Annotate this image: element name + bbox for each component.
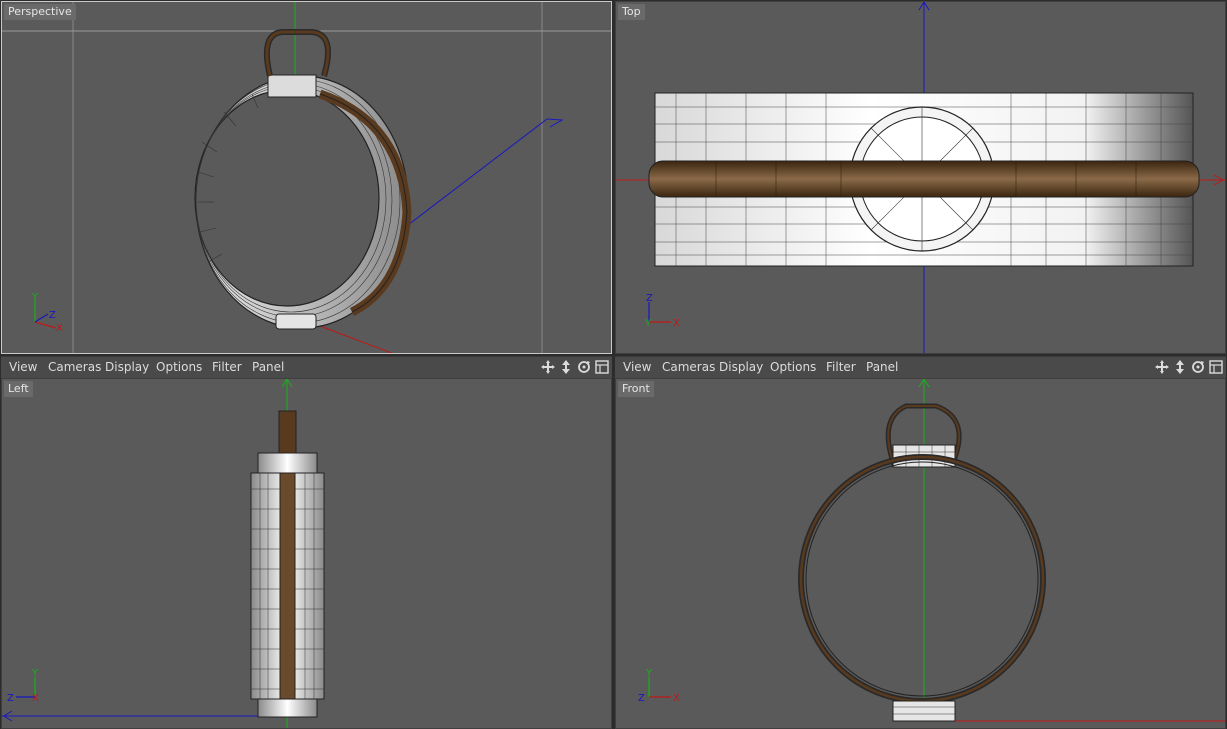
dolly-view-icon[interactable] (1172, 359, 1188, 375)
ring-cap (267, 74, 317, 98)
gizmo-y-label: Y (645, 668, 653, 679)
bottom-cap-side (257, 698, 318, 718)
maximize-view-icon[interactable] (1208, 359, 1224, 375)
world-x-axis (319, 325, 394, 353)
ring-front-strap (799, 455, 1045, 703)
menu-panel-left[interactable]: Panel (252, 360, 284, 374)
front-viewport[interactable]: Y X Z Front (615, 378, 1226, 729)
gizmo-y-label: Y (31, 292, 39, 303)
hanging-loop-inner (265, 30, 330, 77)
gizmo-y-label: Y (31, 668, 39, 679)
strap-side (279, 472, 296, 700)
front-scene: Y X Z (638, 379, 1225, 722)
viewport-menubar-right: View Cameras Display Options Filter Pane… (615, 356, 1226, 378)
maximize-view-icon[interactable] (594, 359, 610, 375)
gizmo-z-label: Z (646, 293, 653, 304)
loop-side (278, 410, 297, 454)
cap-side (257, 452, 318, 474)
viewport-label-front[interactable]: Front (618, 381, 654, 397)
dolly-view-icon[interactable] (558, 359, 574, 375)
menu-options-left[interactable]: Options (156, 360, 202, 374)
gizmo-y-label: Y (644, 318, 652, 329)
move-view-icon[interactable] (1154, 359, 1170, 375)
hanging-loop (264, 29, 331, 77)
gizmo-x-label: X (32, 693, 39, 704)
strap-top (648, 160, 1200, 198)
nav-icons-right (1154, 359, 1224, 375)
gizmo-z-label: Z (638, 693, 645, 704)
nav-icons-left (540, 359, 610, 375)
move-view-icon[interactable] (540, 359, 556, 375)
ring-inner-opening (194, 89, 380, 307)
menu-cameras-left[interactable]: Cameras (48, 360, 101, 374)
menu-view-left[interactable]: View (9, 360, 37, 374)
rotate-view-icon[interactable] (576, 359, 592, 375)
axis-gizmo: Z X Y (644, 293, 680, 329)
menu-display-left[interactable]: Display (105, 360, 149, 374)
viewport-menubar-left: View Cameras Display Options Filter Pane… (1, 356, 612, 378)
bottom-cap-front (892, 700, 956, 722)
menu-options-right[interactable]: Options (770, 360, 816, 374)
gizmo-x-label: X (673, 318, 680, 329)
menu-filter-right[interactable]: Filter (826, 360, 856, 374)
viewport-label-perspective[interactable]: Perspective (4, 4, 76, 20)
menu-panel-right[interactable]: Panel (866, 360, 898, 374)
perspective-viewport[interactable]: Y Z X Perspective (1, 1, 612, 354)
ring-front-inner (805, 461, 1039, 697)
left-scene: Y Z X (2, 379, 325, 728)
menu-cameras-right[interactable]: Cameras (662, 360, 715, 374)
menu-filter-left[interactable]: Filter (212, 360, 242, 374)
viewport-label-left[interactable]: Left (4, 381, 33, 397)
axis-gizmo: Y X Z (638, 668, 680, 704)
viewport-label-top[interactable]: Top (618, 4, 645, 20)
gizmo-x-label: X (56, 323, 63, 334)
gizmo-z-label: Z (49, 310, 56, 321)
gizmo-z-label: Z (7, 693, 14, 704)
world-z-arrow (546, 118, 564, 128)
rotate-view-icon[interactable] (1190, 359, 1206, 375)
gizmo-x-label: X (673, 693, 680, 704)
top-viewport[interactable]: Z X Y Top (615, 1, 1226, 354)
axis-gizmo: Y Z X (31, 292, 63, 334)
top-scene: Z X Y (616, 2, 1225, 353)
left-viewport[interactable]: Y Z X Left (1, 378, 612, 729)
menu-view-right[interactable]: View (623, 360, 651, 374)
perspective-scene: Y Z X (2, 2, 611, 353)
axis-gizmo: Y Z X (7, 668, 39, 704)
menu-display-right[interactable]: Display (719, 360, 763, 374)
ring-bottom-cap (275, 313, 317, 330)
